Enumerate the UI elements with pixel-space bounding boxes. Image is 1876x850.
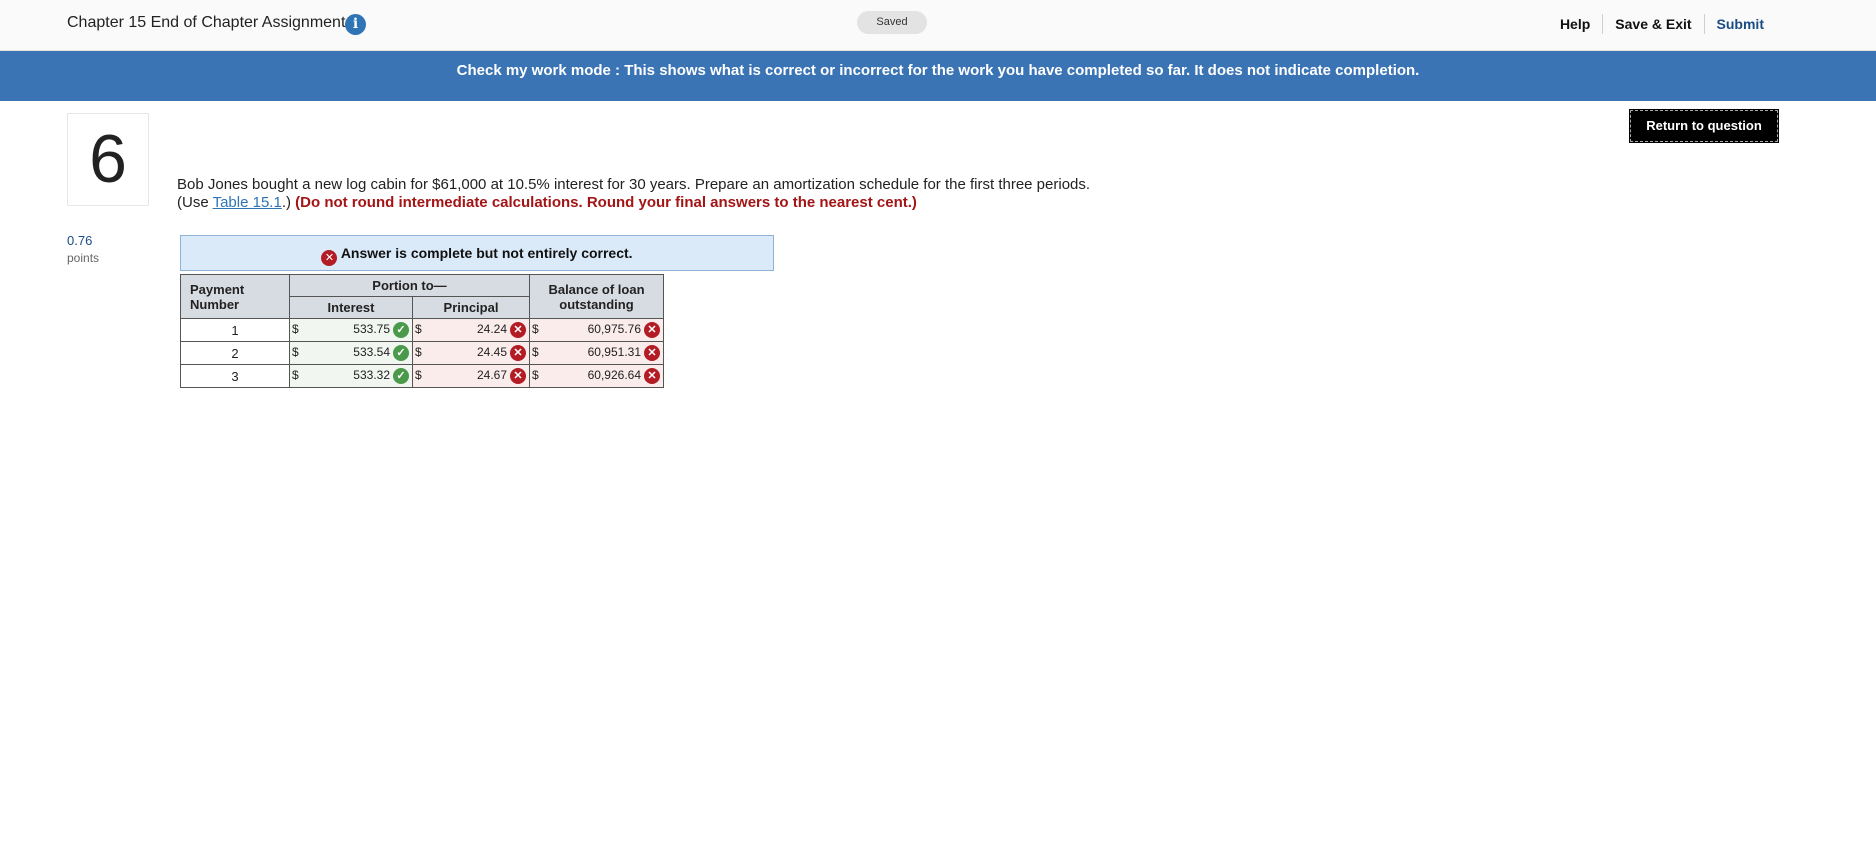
header-principal: Principal [412, 296, 530, 319]
x-icon: ✕ [510, 345, 526, 361]
payment-number: 2 [180, 341, 290, 365]
table-row: 2 $533.54 ✓ $24.45 ✕ $60,951.31 ✕ [180, 341, 664, 365]
save-exit-link[interactable]: Save & Exit [1603, 16, 1703, 32]
table-row: 3 $533.32 ✓ $24.67 ✕ $60,926.64 ✕ [180, 364, 664, 388]
currency-symbol: $ [532, 322, 539, 336]
interest-input[interactable]: $533.75 ✓ [289, 318, 413, 342]
question-number: 6 [89, 121, 127, 197]
answer-status-message: Answer is complete but not entirely corr… [340, 245, 633, 261]
info-icon[interactable]: i [345, 14, 366, 35]
interest-value: 533.32 [353, 368, 390, 382]
interest-input[interactable]: $533.54 ✓ [289, 341, 413, 365]
table-link[interactable]: Table 15.1 [213, 194, 282, 211]
principal-input[interactable]: $24.67 ✕ [412, 364, 530, 388]
x-icon: ✕ [644, 345, 660, 361]
balance-input[interactable]: $60,926.64 ✕ [529, 364, 664, 388]
header-nav: Help Save & Exit Submit [1548, 14, 1776, 34]
currency-symbol: $ [292, 322, 299, 336]
header-interest: Interest [289, 296, 413, 319]
x-icon: ✕ [510, 368, 526, 384]
principal-input[interactable]: $24.45 ✕ [412, 341, 530, 365]
submit-link[interactable]: Submit [1705, 16, 1776, 32]
currency-symbol: $ [415, 368, 422, 382]
balance-input[interactable]: $60,951.31 ✕ [529, 341, 664, 365]
table-row: 1 $533.75 ✓ $24.24 ✕ $60,975.76 ✕ [180, 318, 664, 342]
x-icon: ✕ [644, 322, 660, 338]
currency-symbol: $ [415, 322, 422, 336]
check-icon: ✓ [393, 322, 409, 338]
currency-symbol: $ [532, 345, 539, 359]
points-label: points [67, 251, 100, 265]
question-body-end: .) [281, 194, 296, 211]
principal-input[interactable]: $24.24 ✕ [412, 318, 530, 342]
principal-value: 24.24 [476, 322, 507, 336]
check-icon: ✓ [393, 345, 409, 361]
payment-number: 1 [180, 318, 290, 342]
top-bar: Chapter 15 End of Chapter Assignment i S… [0, 0, 1876, 51]
currency-symbol: $ [532, 368, 539, 382]
payment-number: 3 [180, 364, 290, 388]
header-portion-to: Portion to— [289, 274, 530, 297]
rounding-instruction: (Do not round intermediate calculations.… [295, 194, 917, 211]
principal-value: 24.67 [476, 368, 507, 382]
currency-symbol: $ [292, 345, 299, 359]
check-icon: ✓ [393, 368, 409, 384]
principal-value: 24.45 [476, 345, 507, 359]
currency-symbol: $ [292, 368, 299, 382]
balance-input[interactable]: $60,975.76 ✕ [529, 318, 664, 342]
header-balance: Balance of loan outstanding [529, 274, 664, 319]
help-link[interactable]: Help [1548, 16, 1602, 32]
x-icon: ✕ [644, 368, 660, 384]
balance-value: 60,951.31 [587, 345, 641, 359]
interest-value: 533.54 [353, 345, 390, 359]
points-value: 0.76 [67, 233, 93, 248]
check-work-banner: Check my work mode : This shows what is … [0, 51, 1876, 101]
saved-status-badge: Saved [857, 11, 927, 34]
assignment-title: Chapter 15 End of Chapter Assignment [67, 14, 346, 31]
x-icon: ✕ [510, 322, 526, 338]
answer-status-box: ✕ Answer is complete but not entirely co… [180, 235, 774, 271]
question-text: Bob Jones bought a new log cabin for $61… [177, 176, 1097, 212]
currency-symbol: $ [415, 345, 422, 359]
question-number-box: 6 [67, 113, 149, 206]
interest-value: 533.75 [353, 322, 390, 336]
balance-value: 60,926.64 [587, 368, 641, 382]
balance-value: 60,975.76 [587, 322, 641, 336]
x-icon: ✕ [321, 250, 338, 266]
header-payment-number: Payment Number [180, 274, 290, 319]
return-to-question-button[interactable]: Return to question [1629, 109, 1779, 143]
amortization-table: Payment Number Portion to— Balance of lo… [180, 274, 664, 388]
interest-input[interactable]: $533.32 ✓ [289, 364, 413, 388]
